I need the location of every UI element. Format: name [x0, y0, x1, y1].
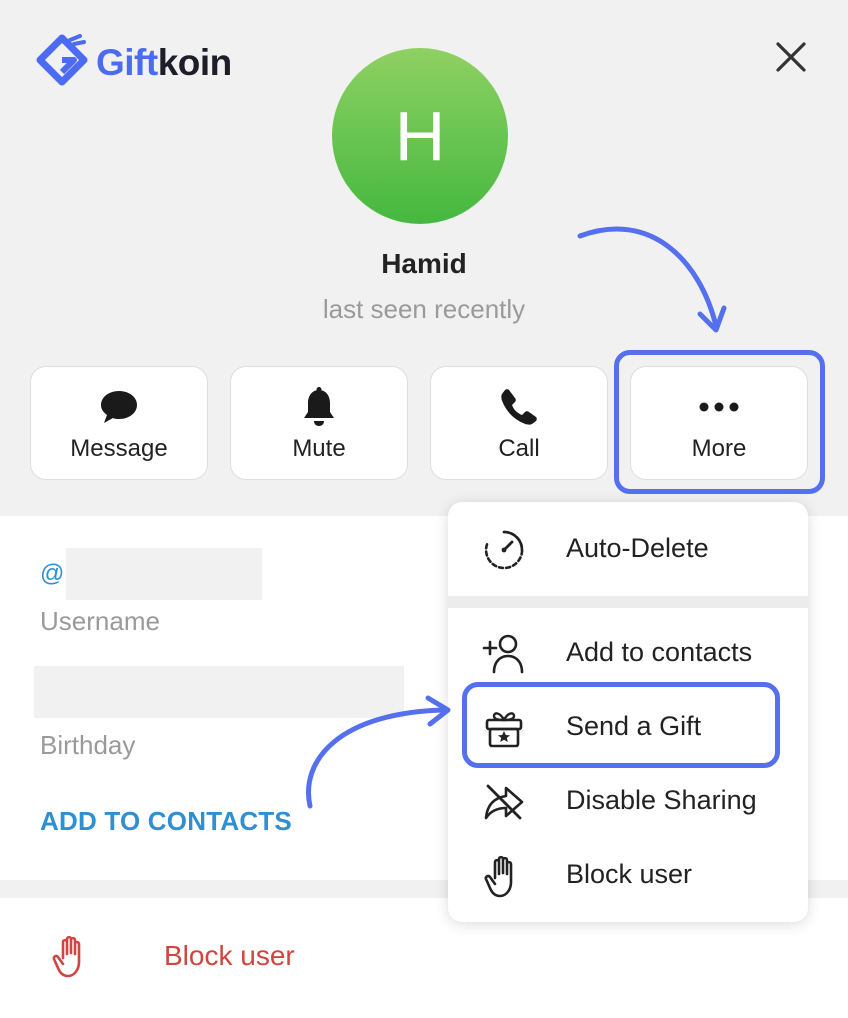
menu-item-block-user-label: Block user: [566, 859, 693, 889]
menu-item-block-user[interactable]: Block user: [448, 840, 808, 910]
mute-button[interactable]: Mute: [230, 366, 408, 480]
message-button[interactable]: Message: [30, 366, 208, 480]
add-to-contacts-link[interactable]: ADD TO CONTACTS: [40, 806, 292, 837]
avatar[interactable]: H: [332, 48, 508, 224]
menu-item-auto-delete-label: Auto-Delete: [566, 533, 709, 563]
hand-icon: [52, 934, 92, 983]
birthday-redacted: [34, 666, 404, 718]
share-off-icon: [484, 784, 524, 820]
menu-item-auto-delete[interactable]: Auto-Delete: [448, 514, 808, 584]
add-user-icon: [482, 634, 524, 674]
birthday-label: Birthday: [40, 730, 136, 760]
timer-icon: [484, 530, 524, 570]
profile-status: last seen recently: [322, 294, 526, 324]
call-button[interactable]: Call: [430, 366, 608, 480]
logo-text-koin: koin: [157, 41, 233, 83]
logo-text-gift: Gift: [96, 41, 158, 83]
menu-divider: [448, 596, 808, 608]
username-prefix: @: [40, 560, 65, 587]
profile-name: Hamid: [381, 248, 467, 279]
menu-item-disable-sharing[interactable]: Disable Sharing: [448, 766, 808, 836]
menu-item-add-to-contacts[interactable]: Add to contacts: [448, 618, 808, 688]
hand-icon: [484, 855, 513, 898]
giftkoin-logo: Giftkoin: [34, 34, 232, 90]
close-icon: [776, 42, 806, 72]
menu-item-add-to-contacts-label: Add to contacts: [566, 637, 753, 667]
more-button-highlight: [614, 350, 825, 494]
chat-bubble-icon: [101, 391, 137, 423]
send-gift-highlight: [462, 682, 780, 768]
call-button-label: Call: [498, 435, 540, 462]
username-label: Username: [40, 606, 160, 636]
mute-button-label: Mute: [292, 435, 346, 462]
block-user-label[interactable]: Block user: [164, 940, 295, 972]
giftkoin-logo-icon: [36, 34, 88, 86]
message-button-label: Message: [70, 435, 168, 462]
phone-icon: [501, 389, 537, 425]
close-button[interactable]: [770, 36, 812, 78]
username-redacted: [66, 548, 262, 600]
avatar-initial: H: [394, 97, 446, 175]
bell-icon: [304, 387, 334, 426]
menu-item-disable-sharing-label: Disable Sharing: [566, 785, 757, 815]
